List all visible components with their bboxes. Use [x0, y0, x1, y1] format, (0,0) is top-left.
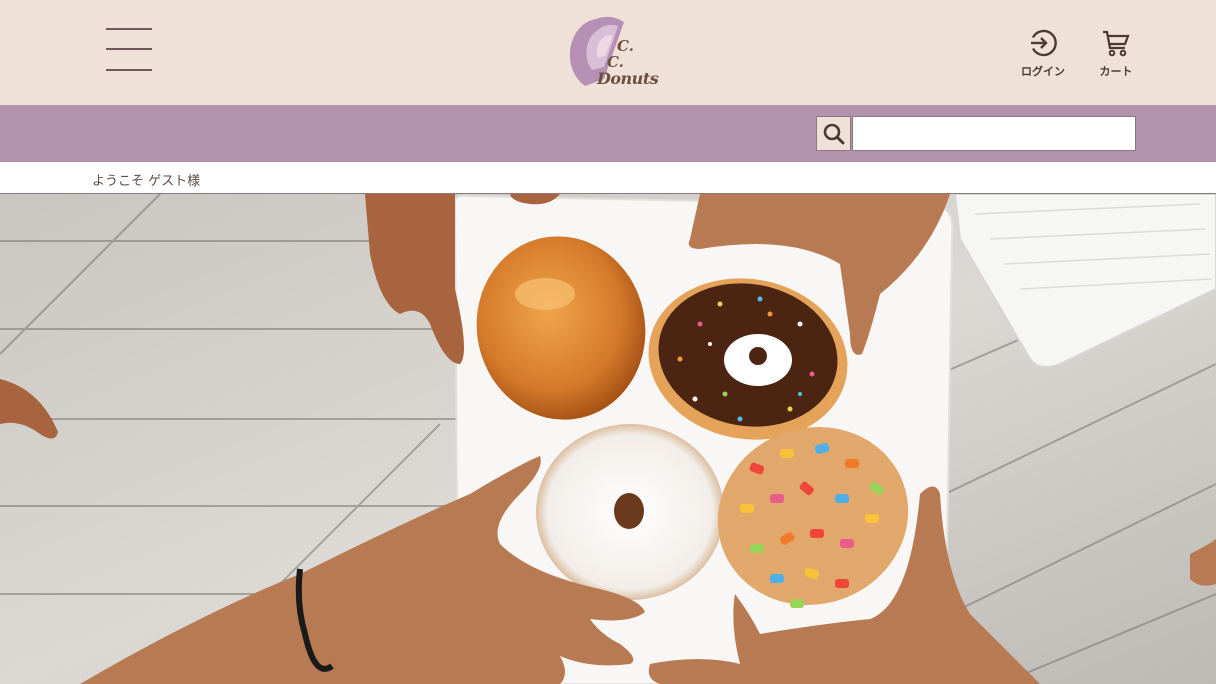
login-icon: [1031, 29, 1057, 57]
cart-label: カート: [1099, 65, 1133, 78]
welcome-text: ようこそ ゲスト様: [92, 174, 201, 189]
search-input[interactable]: [852, 116, 1136, 151]
hero-donuts-illustration: [0, 194, 1216, 684]
logo-text-line2: C.: [607, 53, 624, 71]
hero-image: [0, 194, 1216, 684]
site-header: C. C. Donuts ログイン カート: [0, 0, 1216, 105]
search-icon: [823, 123, 844, 144]
logo-text-line1: C.: [617, 37, 634, 55]
welcome-strip: ようこそ ゲスト様: [0, 162, 1216, 194]
site-logo[interactable]: C. C. Donuts: [564, 12, 659, 94]
login-button[interactable]: ログイン: [1013, 28, 1073, 83]
hamburger-menu-icon[interactable]: [106, 27, 152, 72]
login-label: ログイン: [1021, 65, 1065, 78]
cart-icon: [1103, 30, 1130, 57]
logo-text-line3: Donuts: [597, 69, 659, 88]
search-button[interactable]: [816, 116, 851, 151]
cart-button[interactable]: カート: [1086, 28, 1146, 83]
